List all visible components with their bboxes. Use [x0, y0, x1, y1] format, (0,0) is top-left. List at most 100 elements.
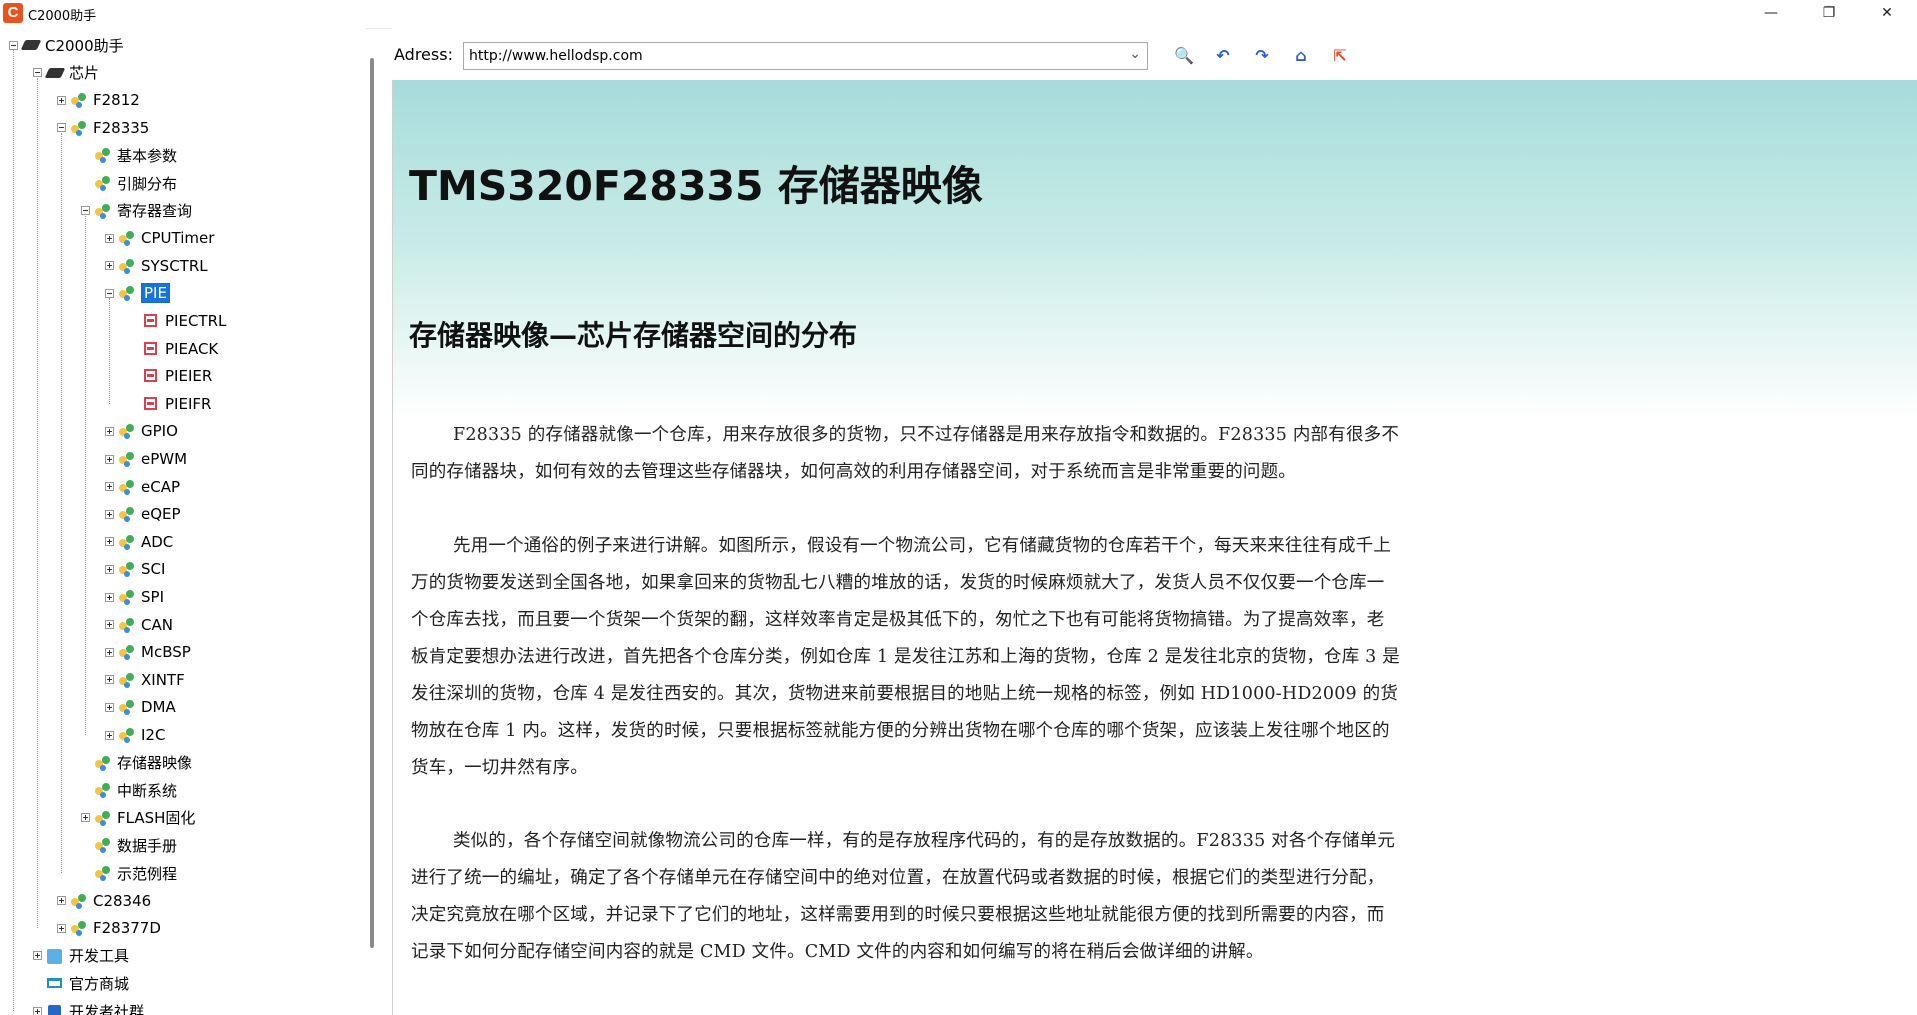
expand-icon[interactable] [57, 923, 66, 933]
tree-item[interactable]: CPUTimer [105, 227, 214, 249]
tree-item[interactable]: DMA [105, 696, 176, 718]
tree-item-label[interactable]: PIECTRL [165, 312, 226, 330]
tree-item[interactable]: SPI [105, 586, 164, 608]
tree-item[interactable]: F2812 [57, 89, 140, 111]
tree-item-label[interactable]: PIEIER [165, 367, 212, 385]
expand-icon[interactable] [105, 426, 114, 436]
collapse-icon[interactable] [33, 68, 42, 78]
tree-item-label[interactable]: SYSCTRL [141, 257, 208, 275]
expand-icon[interactable] [105, 454, 114, 464]
tree-item-label[interactable]: 基本参数 [117, 145, 177, 166]
back-button[interactable]: ↶ [1210, 44, 1236, 70]
tree-item[interactable]: CAN [105, 614, 173, 636]
tree-item[interactable]: eCAP [105, 476, 180, 498]
tree-item[interactable]: eQEP [105, 503, 181, 525]
collapse-icon[interactable] [105, 288, 114, 298]
tree-item-label[interactable]: 存储器映像 [117, 752, 192, 773]
tree-item[interactable]: PIEACK [129, 338, 218, 360]
tree-item[interactable]: I2C [105, 724, 165, 746]
forward-button[interactable]: ↷ [1249, 44, 1275, 70]
expand-icon[interactable] [105, 564, 114, 574]
home-button[interactable]: ⌂ [1288, 44, 1314, 70]
tree-item[interactable]: ADC [105, 531, 173, 553]
expand-icon[interactable] [33, 951, 42, 961]
tree-item-label[interactable]: FLASH固化 [117, 807, 195, 828]
tree-item[interactable]: 数据手册 [81, 834, 177, 856]
chevron-down-icon[interactable]: ⌄ [1129, 46, 1141, 62]
tree-item[interactable]: 基本参数 [81, 144, 177, 166]
minimize-button[interactable]: — [1748, 0, 1794, 28]
tree-item[interactable]: 寄存器查询 [81, 200, 192, 222]
tree-item-label[interactable]: 开发工具 [69, 945, 129, 966]
tree-item-label[interactable]: 示范例程 [117, 863, 177, 884]
tree-item-label[interactable]: 芯片 [69, 62, 99, 83]
tree-item-label[interactable]: F28377D [93, 919, 161, 937]
search-button[interactable]: 🔍 [1171, 44, 1197, 70]
tree-scrollbar[interactable] [370, 58, 374, 948]
tree-item-label[interactable]: PIEIFR [165, 395, 211, 413]
tree-item[interactable]: 中断系统 [81, 779, 177, 801]
tree-item[interactable]: XINTF [105, 669, 185, 691]
tree-item[interactable]: 引脚分布 [81, 172, 177, 194]
expand-icon[interactable] [105, 647, 114, 657]
expand-icon[interactable] [105, 482, 114, 492]
maximize-button[interactable]: ❐ [1806, 0, 1852, 28]
tree-item-label[interactable]: 引脚分布 [117, 173, 177, 194]
tree-item[interactable]: 官方商城 [33, 972, 129, 994]
tree-item[interactable]: 开发者社群 [33, 1000, 144, 1015]
tree-item-label[interactable]: 官方商城 [69, 973, 129, 994]
collapse-icon[interactable] [81, 206, 90, 216]
exit-button[interactable]: ⇱ [1327, 44, 1353, 70]
tree-item[interactable]: 开发工具 [33, 945, 129, 967]
tree-item-label[interactable]: CAN [141, 616, 173, 634]
tree-item-label[interactable]: CPUTimer [141, 229, 214, 247]
navigation-tree[interactable]: C2000助手芯片 F2812 F28335 基本参数引脚分布寄存器查询 CPUTime… [0, 28, 366, 1015]
tree-item[interactable]: ePWM [105, 448, 187, 470]
tree-item[interactable]: C2000助手 [9, 34, 124, 56]
expand-icon[interactable] [105, 261, 114, 271]
tree-item[interactable]: FLASH固化 [81, 807, 195, 829]
tree-item-label[interactable]: eQEP [141, 505, 181, 523]
tree-item-label[interactable]: ePWM [141, 450, 187, 468]
expand-icon[interactable] [57, 95, 66, 105]
close-button[interactable]: ✕ [1864, 0, 1910, 28]
expand-icon[interactable] [105, 730, 114, 740]
expand-icon[interactable] [105, 233, 114, 243]
tree-item-label[interactable]: DMA [141, 698, 176, 716]
address-combobox[interactable]: http://www.hellodsp.com ⌄ [463, 42, 1148, 70]
tree-item[interactable]: GPIO [105, 420, 178, 442]
expand-icon[interactable] [105, 675, 114, 685]
tree-item-label[interactable]: XINTF [141, 671, 185, 689]
expand-icon[interactable] [105, 509, 114, 519]
tree-item-label[interactable]: GPIO [141, 422, 178, 440]
tree-item-label[interactable]: PIE [141, 283, 170, 304]
expand-icon[interactable] [57, 896, 66, 906]
tree-item-label[interactable]: SPI [141, 588, 164, 606]
tree-item[interactable]: PIEIFR [129, 393, 211, 415]
address-input[interactable]: http://www.hellodsp.com [469, 48, 643, 64]
tree-item-label[interactable]: PIEACK [165, 340, 218, 358]
tree-item-label[interactable]: F2812 [93, 91, 140, 109]
expand-icon[interactable] [81, 813, 90, 823]
tree-item-label[interactable]: SCI [141, 560, 165, 578]
tree-item[interactable]: McBSP [105, 641, 191, 663]
expand-icon[interactable] [105, 537, 114, 547]
collapse-icon[interactable] [9, 40, 18, 50]
tree-item[interactable]: 芯片 [33, 62, 99, 84]
tree-item-label[interactable]: 开发者社群 [69, 1001, 144, 1015]
tree-item[interactable]: SCI [105, 558, 165, 580]
tree-item-label[interactable]: 中断系统 [117, 780, 177, 801]
tree-item-label[interactable]: I2C [141, 726, 165, 744]
tree-item[interactable]: SYSCTRL [105, 255, 208, 277]
tree-item-label[interactable]: ADC [141, 533, 173, 551]
tree-item[interactable]: 存储器映像 [81, 752, 192, 774]
tree-item[interactable]: F28335 [57, 117, 149, 139]
tree-item-label[interactable]: C28346 [93, 892, 151, 910]
tree-item-label[interactable]: eCAP [141, 478, 180, 496]
expand-icon[interactable] [105, 592, 114, 602]
tree-item-label[interactable]: F28335 [93, 119, 149, 137]
expand-icon[interactable] [105, 702, 114, 712]
expand-icon[interactable] [105, 620, 114, 630]
tree-item[interactable]: C28346 [57, 890, 151, 912]
tree-item-label[interactable]: 数据手册 [117, 835, 177, 856]
